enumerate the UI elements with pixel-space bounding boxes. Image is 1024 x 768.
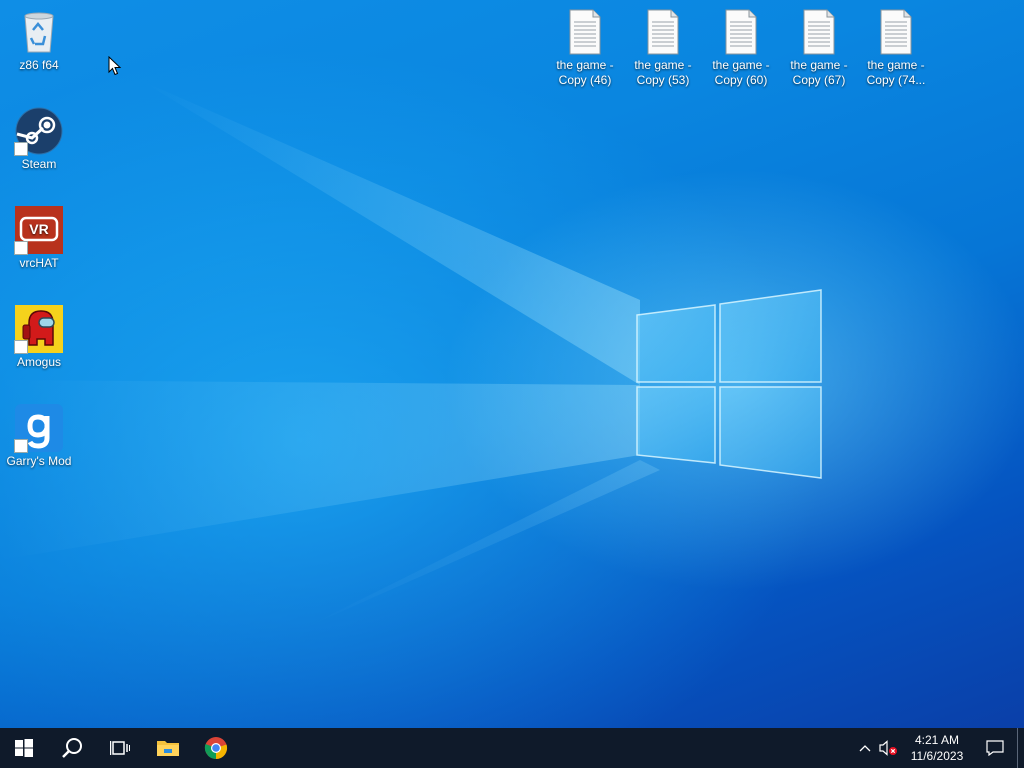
shortcut-arrow-icon (14, 439, 28, 453)
system-tray: 4:21 AM 11/6/2023 (853, 728, 1024, 768)
clock-time: 4:21 AM (914, 733, 960, 747)
recycle-bin-icon (15, 8, 63, 56)
chrome-icon (204, 737, 228, 760)
desktop-file-icon[interactable]: the game - Copy (67) (781, 8, 857, 88)
show-hidden-icons-button[interactable] (853, 728, 877, 768)
desktop-icon-label: Amogus (16, 355, 62, 369)
desktop-file-icon[interactable]: the game - Copy (74... (858, 8, 934, 88)
text-file-icon (872, 8, 920, 56)
among-us-icon (14, 305, 63, 354)
desktop-icon-label: Garry's Mod (6, 454, 72, 468)
action-center-button[interactable] (973, 728, 1017, 768)
file-label-line1: the game - (790, 58, 848, 72)
file-explorer-button[interactable] (144, 728, 192, 768)
task-view-icon (110, 741, 130, 755)
file-explorer-icon (157, 741, 179, 756)
file-label-line1: the game - (556, 58, 614, 72)
vrchat-icon: VR (14, 206, 63, 255)
shortcut-arrow-icon (14, 340, 28, 354)
file-label-line2: Copy (74... (866, 73, 926, 87)
show-desktop-button[interactable] (1017, 728, 1024, 768)
file-label-line1: the game - (634, 58, 692, 72)
clock[interactable]: 4:21 AM 11/6/2023 (901, 728, 973, 768)
file-label-line2: Copy (60) (714, 73, 768, 87)
chevron-up-icon (859, 745, 871, 752)
action-center-icon (986, 740, 1004, 756)
desktop-icon-amogus[interactable]: Amogus (1, 305, 77, 370)
file-label-line1: the game - (867, 58, 925, 72)
search-button[interactable] (48, 728, 96, 768)
volume-muted-icon (879, 740, 897, 756)
desktop-icon-vrchat[interactable]: VR vrcHAT (1, 206, 77, 271)
volume-button[interactable] (877, 728, 901, 768)
vrchat-logo-text: VR (29, 221, 48, 237)
start-button[interactable] (0, 728, 48, 768)
desktop-file-icon[interactable]: the game - Copy (46) (547, 8, 623, 88)
wallpaper-light-beams (0, 80, 660, 630)
taskbar: 4:21 AM 11/6/2023 (0, 728, 1024, 768)
desktop-icon-garrys-mod[interactable]: Garry's Mod (1, 404, 77, 469)
mouse-cursor-icon (108, 56, 122, 76)
file-label-line2: Copy (53) (636, 73, 690, 87)
shortcut-arrow-icon (14, 241, 28, 255)
desktop-icon-label: vrcHAT (19, 256, 59, 270)
text-file-icon (561, 8, 609, 56)
desktop[interactable]: z86 f64 Steam VR vrcHAT Amogus Garry's M… (0, 0, 1024, 728)
search-icon (62, 738, 82, 758)
garrys-mod-icon (14, 404, 63, 453)
text-file-icon (795, 8, 843, 56)
windows-logo (636, 289, 822, 479)
steam-icon (14, 107, 63, 156)
text-file-icon (639, 8, 687, 56)
chrome-button[interactable] (192, 728, 240, 768)
desktop-icon-recycle-bin[interactable]: z86 f64 (1, 8, 77, 73)
text-file-icon (717, 8, 765, 56)
file-label-line1: the game - (712, 58, 770, 72)
shortcut-arrow-icon (14, 142, 28, 156)
task-view-button[interactable] (96, 728, 144, 768)
start-icon (15, 739, 33, 757)
file-label-line2: Copy (46) (558, 73, 612, 87)
desktop-icon-label: Steam (21, 157, 57, 171)
clock-date: 11/6/2023 (910, 749, 964, 763)
file-label-line2: Copy (67) (792, 73, 846, 87)
desktop-file-icon[interactable]: the game - Copy (53) (625, 8, 701, 88)
desktop-icon-label: z86 f64 (19, 58, 59, 72)
desktop-icon-steam[interactable]: Steam (1, 107, 77, 172)
desktop-file-icon[interactable]: the game - Copy (60) (703, 8, 779, 88)
